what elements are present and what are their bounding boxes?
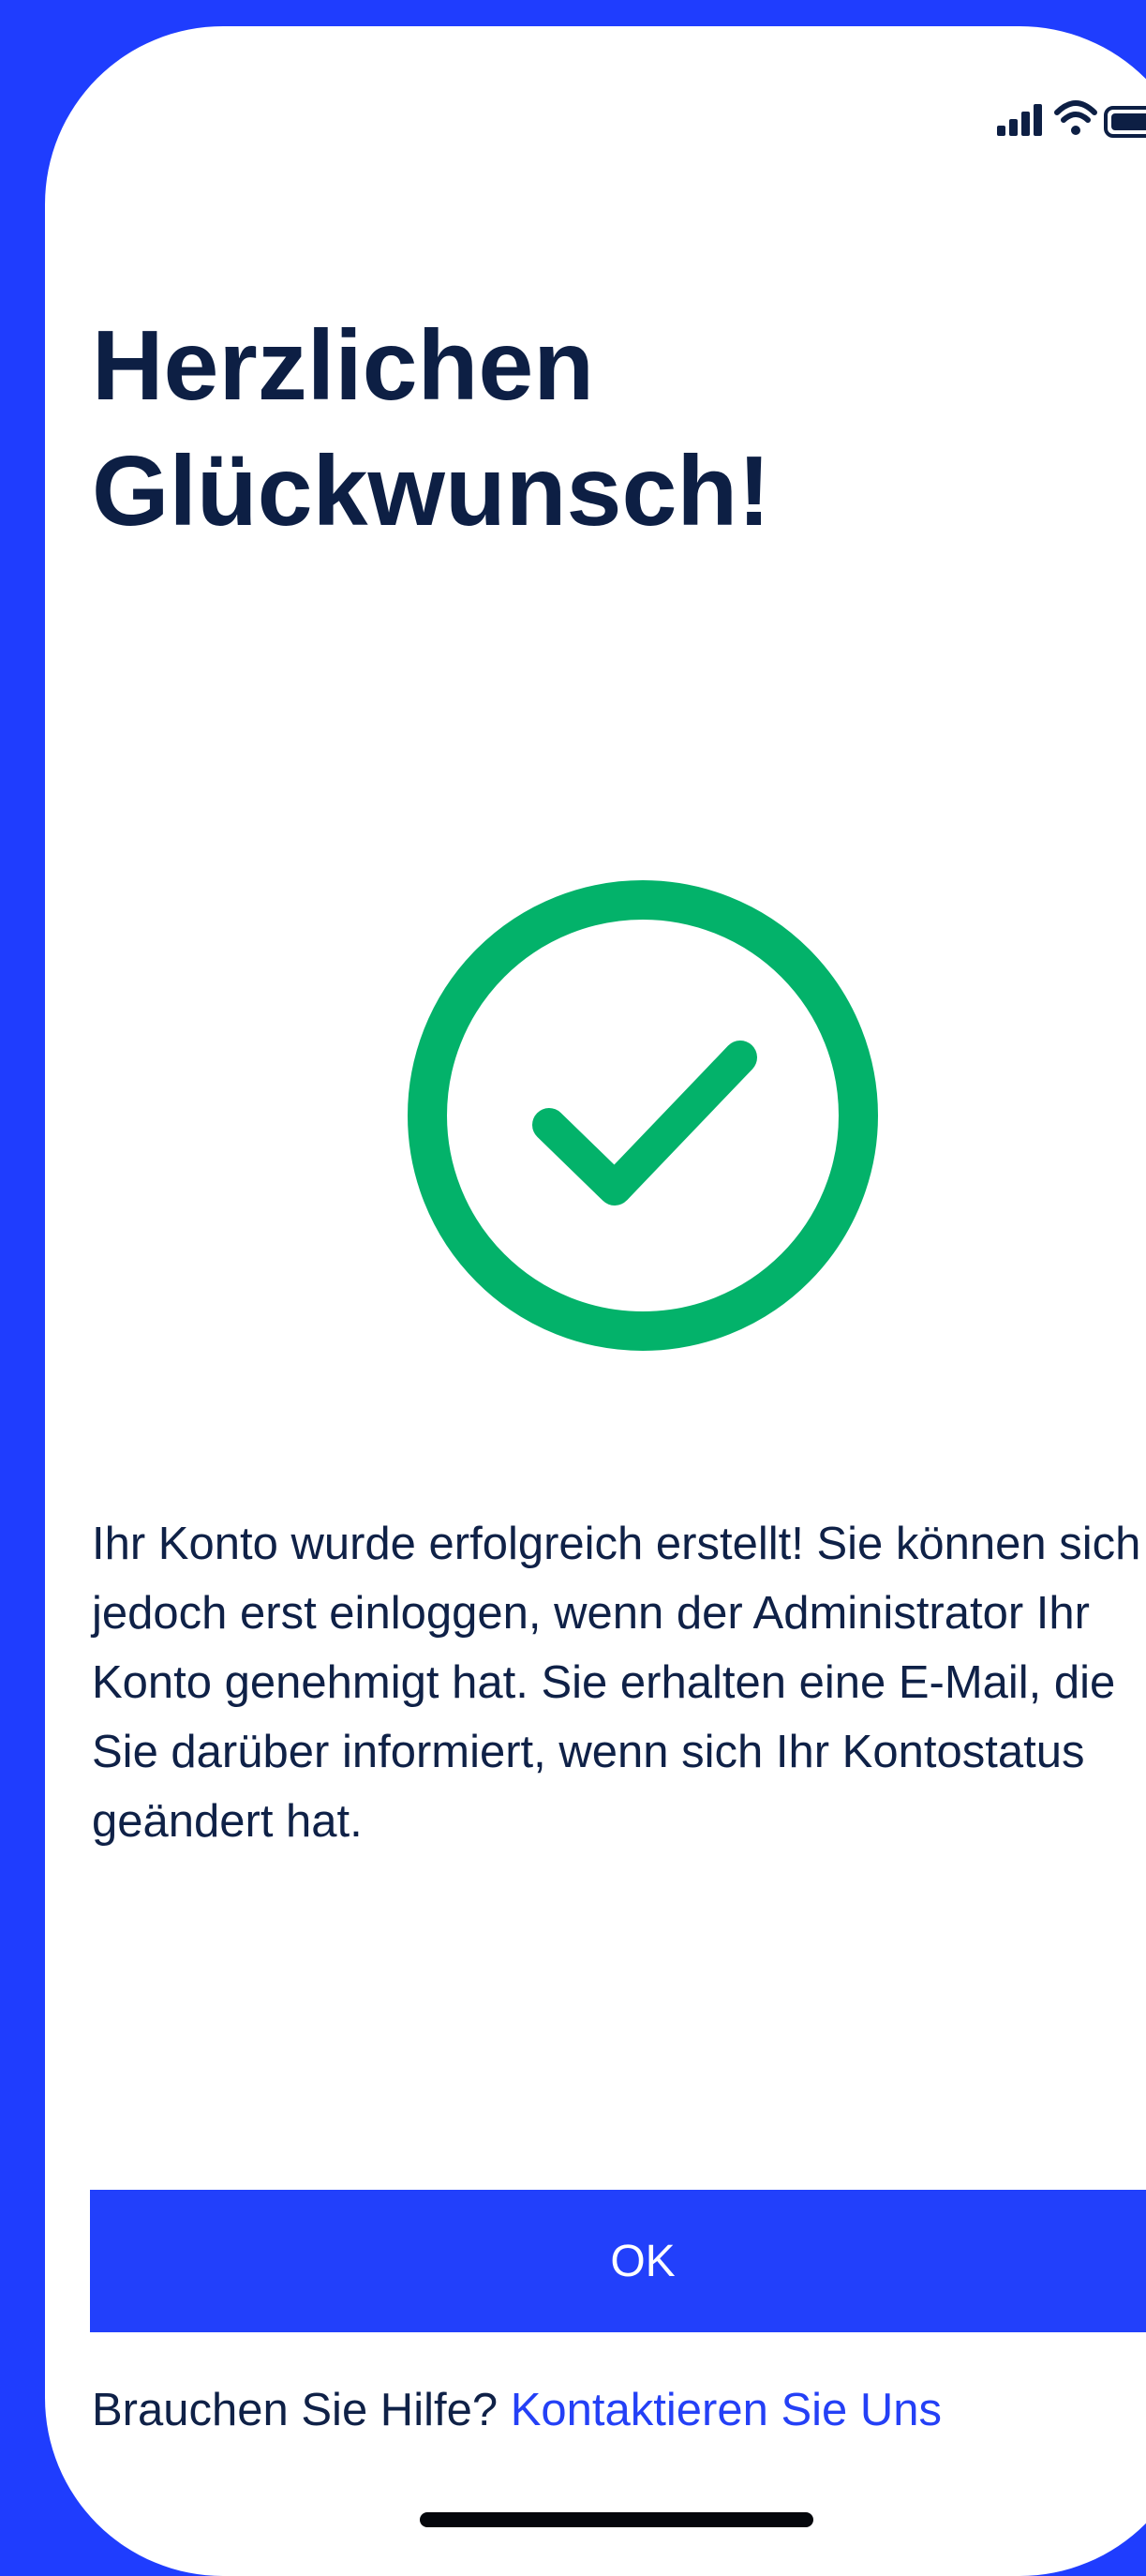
help-text: Brauchen Sie Hilfe? Kontaktieren Sie Uns [92,2377,942,2443]
checkmark-circle-icon [408,880,878,1351]
contact-us-link[interactable]: Kontaktieren Sie Uns [511,2385,942,2435]
battery-icon [1104,106,1146,138]
confirmation-message: Ihr Konto wurde erfolgreich erstellt! Si… [92,1519,1141,1847]
ok-button[interactable]: OK [90,2190,1146,2332]
signal-icon [997,104,1042,136]
page-title: Herzlichen Glückwunsch! [92,310,771,547]
phone-screen: Herzlichen Glückwunsch! Ihr Konto wurde … [45,26,1146,2576]
wifi-icon [1054,100,1097,135]
status-bar [946,81,1146,146]
help-prompt: Brauchen Sie Hilfe? [92,2385,499,2435]
home-indicator [420,2512,813,2527]
